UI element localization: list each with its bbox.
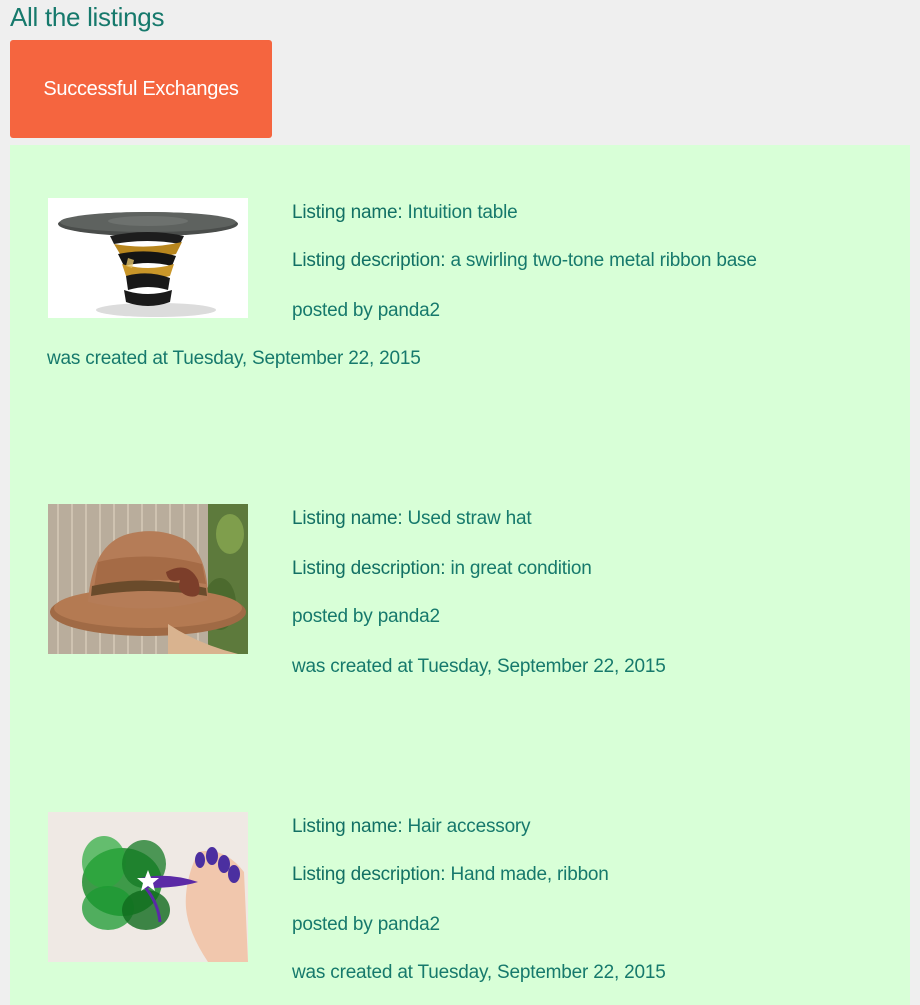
poster-name: panda2 xyxy=(377,300,440,321)
listing-description-label: Listing description: xyxy=(292,250,446,271)
listing-description-value: Hand made, ribbon xyxy=(450,864,609,885)
created-at-label: was created at xyxy=(47,348,168,369)
listings-panel: Listing name: Intuition table Listing de… xyxy=(10,145,910,1005)
listing-name: Listing name: Intuition table xyxy=(292,201,518,225)
hat-image[interactable] xyxy=(48,504,248,654)
listing-description-label: Listing description: xyxy=(292,864,446,885)
listing-name-label: Listing name: xyxy=(292,202,403,223)
poster-name: panda2 xyxy=(377,606,440,627)
listing-poster: posted by panda2 xyxy=(292,913,440,937)
hair-accessory-image[interactable] xyxy=(48,812,248,962)
created-at-value: Tuesday, September 22, 2015 xyxy=(417,656,666,677)
listing-created: was created at Tuesday, September 22, 20… xyxy=(47,347,421,371)
successful-exchanges-button[interactable]: Successful Exchanges xyxy=(10,40,272,138)
listing-name-value: Used straw hat xyxy=(407,508,532,529)
listing-name: Listing name: Hair accessory xyxy=(292,815,531,839)
listing-created: was created at Tuesday, September 22, 20… xyxy=(292,961,666,985)
created-at-label: was created at xyxy=(292,962,413,983)
listing-name-value: Hair accessory xyxy=(407,816,531,837)
table-image[interactable] xyxy=(48,198,248,318)
posted-by-label: posted by xyxy=(292,606,373,627)
created-at-label: was created at xyxy=(292,656,413,677)
listing-description-label: Listing description: xyxy=(292,558,446,579)
listing-name-label: Listing name: xyxy=(292,816,403,837)
listing-name-label: Listing name: xyxy=(292,508,403,529)
page-title: All the listings xyxy=(10,2,165,32)
listing-poster: posted by panda2 xyxy=(292,299,440,323)
created-at-value: Tuesday, September 22, 2015 xyxy=(417,962,666,983)
listing-created: was created at Tuesday, September 22, 20… xyxy=(292,655,666,679)
posted-by-label: posted by xyxy=(292,914,373,935)
poster-name: panda2 xyxy=(377,914,440,935)
listing-name: Listing name: Used straw hat xyxy=(292,507,532,531)
listing-description: Listing description: Hand made, ribbon xyxy=(292,863,609,887)
listing-description-value: in great condition xyxy=(450,558,592,579)
created-at-value: Tuesday, September 22, 2015 xyxy=(172,348,421,369)
listing-description: Listing description: in great condition xyxy=(292,557,592,581)
listing-description-value: a swirling two-tone metal ribbon base xyxy=(450,250,757,271)
listing-description: Listing description: a swirling two-tone… xyxy=(292,249,757,273)
posted-by-label: posted by xyxy=(292,300,373,321)
listing-name-value: Intuition table xyxy=(407,202,518,223)
listing-poster: posted by panda2 xyxy=(292,605,440,629)
